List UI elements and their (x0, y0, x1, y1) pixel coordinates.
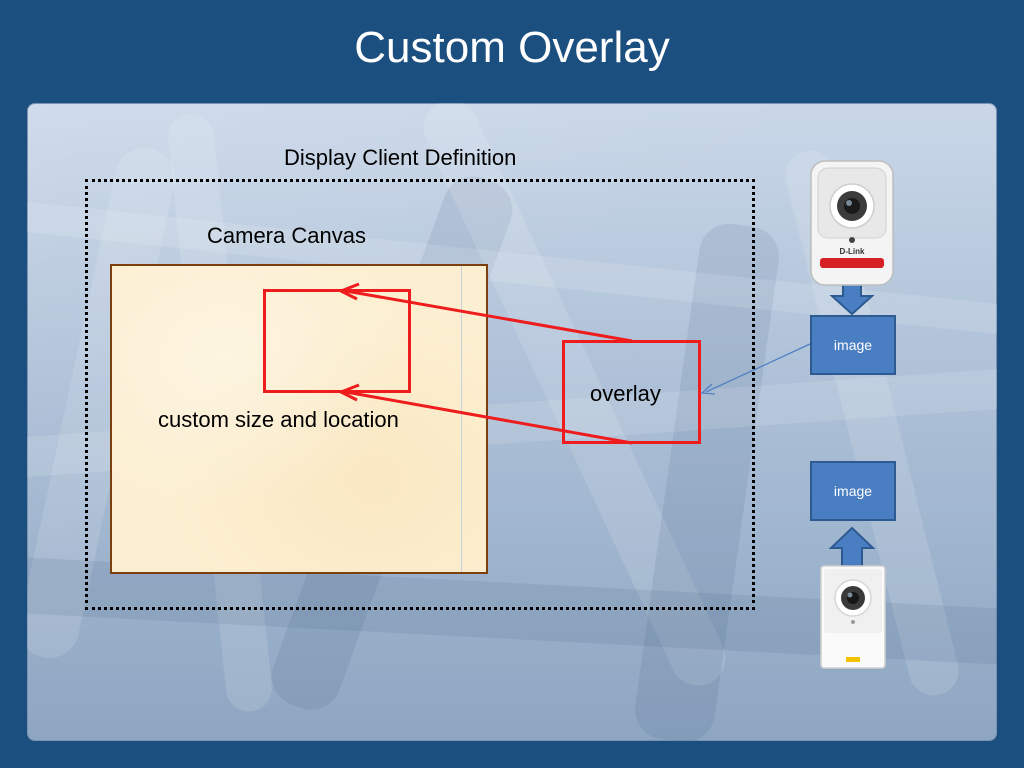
red-arrow-bottom-line (345, 390, 633, 445)
camera-brand-text: D-Link (840, 247, 865, 256)
camera-icon (820, 565, 886, 669)
red-arrow-top-line (345, 289, 633, 343)
image-to-overlay-connector (705, 343, 811, 393)
axis-camera-image (820, 565, 886, 669)
image-box-bottom: image (810, 461, 896, 521)
up-block-arrow (828, 526, 876, 567)
camera-icon: D-Link (810, 160, 894, 286)
dlink-camera-image: D-Link (810, 160, 894, 286)
image-box-top: image (810, 315, 896, 375)
